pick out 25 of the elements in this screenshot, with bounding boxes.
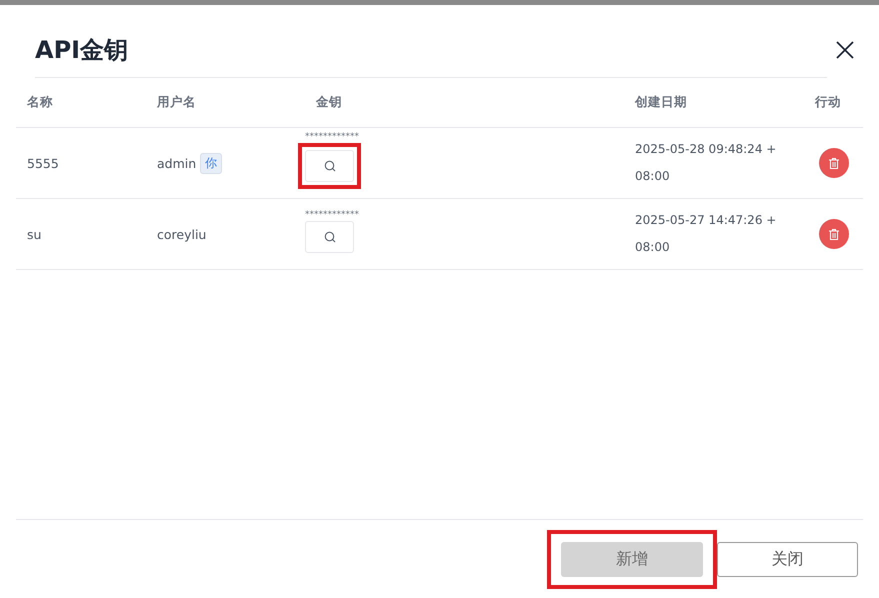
column-header: 金钥: [316, 94, 342, 111]
trash-icon: [829, 228, 839, 240]
column-header: 名称: [27, 94, 53, 111]
masked-key: ************: [305, 131, 359, 143]
table-cell-text: 2025-05-28 09:48:24 + 08:00: [635, 141, 778, 185]
user-tag: 你: [200, 152, 222, 174]
delete-button[interactable]: [819, 219, 849, 249]
table-cell: coreyliu: [157, 226, 206, 242]
trash-icon: [829, 158, 839, 168]
close-icon[interactable]: [835, 40, 855, 60]
dialog-title: API金钥: [35, 35, 128, 66]
table-cell: su: [27, 226, 42, 242]
masked-key: ************: [305, 209, 359, 221]
table-cell: admin: [157, 156, 196, 170]
table-cell-text: 2025-05-27 14:47:26 + 08:00: [635, 212, 778, 256]
table-cell: 5555: [27, 156, 59, 170]
reveal-button[interactable]: [305, 150, 354, 182]
search-icon: [324, 231, 336, 243]
delete-button[interactable]: [819, 148, 849, 178]
search-icon: [324, 160, 336, 172]
close-button[interactable]: 关闭: [717, 542, 858, 576]
column-header: 创建日期: [635, 94, 687, 111]
column-header: 用户名: [157, 94, 196, 111]
reveal-button[interactable]: [305, 221, 354, 253]
column-header: 行动: [815, 94, 841, 111]
